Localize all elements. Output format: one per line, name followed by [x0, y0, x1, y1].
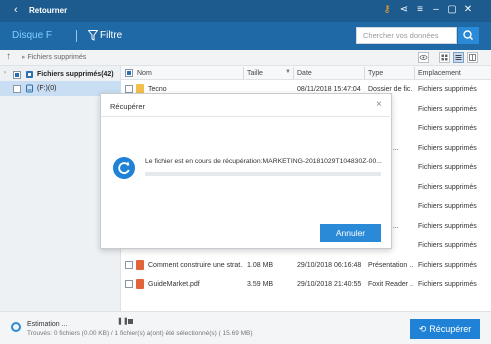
file-size: 3.59 MB — [247, 281, 274, 288]
cancel-button[interactable]: Annuler — [320, 224, 381, 242]
file-type: Foxit Reader ... — [368, 281, 413, 288]
row-checkbox[interactable] — [125, 260, 133, 269]
grid-view-button[interactable] — [439, 52, 450, 63]
file-type: Présentation ... — [368, 261, 413, 269]
file-location: Fichiers supprimés — [418, 242, 477, 249]
file-date: 29/10/2018 21:40:55 — [297, 281, 362, 288]
progress-bar — [145, 172, 381, 176]
dialog-close-icon[interactable]: × — [376, 100, 382, 110]
search-icon — [463, 30, 474, 41]
recovery-message: Le fichier est en cours de récupération:… — [145, 158, 382, 165]
sidebar-item-label: Fichiers supprimés(42) — [37, 71, 114, 78]
column-location[interactable]: Emplacement — [418, 69, 461, 78]
share-icon[interactable]: ⋖ — [398, 4, 410, 16]
file-location: Fichiers supprimés — [418, 125, 477, 132]
select-all-checkbox[interactable] — [125, 69, 133, 77]
key-icon[interactable]: ⚷ — [381, 4, 393, 16]
file-icon — [136, 279, 144, 289]
column-divider[interactable] — [364, 67, 365, 79]
title-bar: ‹ Retourner ⚷ ⋖ ≡ – ▢ ✕ — [0, 0, 491, 22]
recover-icon: ⟲ — [418, 324, 427, 334]
file-icon — [136, 259, 144, 270]
file-location: Fichiers supprimés — [418, 203, 477, 210]
list-view-button[interactable] — [453, 52, 464, 63]
table-header: Nom Taille ▼ Date Type Emplacement — [121, 66, 491, 80]
column-divider[interactable] — [293, 67, 294, 79]
path-toolbar: ↑ ▸ Fichiers supprimés — [0, 50, 491, 66]
column-name[interactable]: Nom — [137, 69, 152, 78]
recover-button[interactable]: ⟲ Récupérer — [410, 319, 480, 339]
back-button-label[interactable]: Retourner — [29, 6, 67, 16]
table-row[interactable]: GuideMarket.pdf 3.59 MB 29/10/2018 21:40:5… — [121, 275, 491, 294]
file-location: Fichiers supprimés — [418, 281, 477, 288]
preview-eye-button[interactable] — [418, 52, 429, 63]
file-location: Fichiers supprimés — [418, 105, 477, 113]
row-checkbox[interactable] — [125, 280, 133, 288]
file-location: Fichiers supprimés — [418, 144, 477, 152]
sidebar-item-deleted-files[interactable]: › Fichiers supprimés(42) — [0, 67, 121, 82]
sort-down-icon[interactable]: ▼ — [285, 69, 291, 75]
up-arrow-icon[interactable]: ↑ — [6, 51, 11, 63]
spinner-icon — [113, 157, 135, 179]
list-icon — [455, 55, 462, 60]
detail-view-button[interactable] — [467, 52, 478, 63]
column-divider[interactable] — [243, 67, 244, 79]
trash-icon — [26, 71, 33, 78]
filter-icon[interactable] — [88, 30, 98, 41]
file-location: Fichiers supprimés — [418, 222, 477, 230]
header-bar: Disque F Filtre Chercher vos données — [0, 22, 491, 50]
estimation-text: Estimation ... — [27, 321, 68, 328]
row-checkbox[interactable] — [125, 85, 133, 93]
recover-dialog: Récupérer × Le fichier est en cours de r… — [100, 93, 393, 249]
header-divider — [76, 30, 77, 42]
column-size[interactable]: Taille — [247, 69, 263, 78]
breadcrumb-item[interactable]: Fichiers supprimés — [27, 54, 86, 61]
search-button[interactable] — [458, 27, 479, 44]
checkbox[interactable] — [13, 85, 21, 93]
scan-status-icon — [11, 322, 21, 332]
expand-arrow-icon[interactable]: › — [4, 70, 6, 76]
menu-icon[interactable]: ≡ — [414, 4, 426, 16]
column-date[interactable]: Date — [297, 69, 312, 78]
breadcrumb: ▸ Fichiers supprimés — [22, 54, 87, 61]
file-name: GuideMarket.pdf — [148, 281, 200, 288]
dialog-divider — [101, 116, 393, 117]
stop-icon[interactable] — [128, 319, 133, 324]
file-name: Comment construire une strat... — [148, 261, 243, 269]
status-bar: Estimation ... ❚❚ Trouvés: 0 fichiers (0… — [0, 311, 491, 344]
recover-button-label: Récupérer — [429, 324, 472, 334]
checkbox[interactable] — [13, 71, 21, 79]
filter-button[interactable]: Filtre — [100, 30, 122, 42]
maximize-icon[interactable]: ▢ — [446, 4, 458, 16]
file-location: Fichiers supprimés — [418, 261, 477, 269]
file-size: 1.08 MB — [247, 261, 274, 269]
grid-icon — [441, 54, 448, 61]
file-location: Fichiers supprimés — [418, 164, 477, 171]
detail-icon — [469, 54, 476, 61]
sidebar-item-label: (F:)(0) — [37, 85, 57, 92]
found-summary: Trouvés: 0 fichiers (0.00 KB) / 1 fichie… — [27, 330, 253, 337]
file-location: Fichiers supprimés — [418, 86, 477, 93]
file-date: 29/10/2018 06:16:48 — [297, 261, 362, 269]
back-arrow-icon[interactable]: ‹ — [14, 5, 18, 16]
search-input[interactable]: Chercher vos données — [356, 27, 457, 44]
dialog-title: Récupérer — [110, 102, 146, 111]
close-icon[interactable]: ✕ — [462, 4, 474, 16]
pause-icon[interactable]: ❚❚ — [117, 318, 129, 326]
table-row[interactable]: Comment construire une strat... 1.08 MB 29… — [121, 255, 491, 275]
disk-label[interactable]: Disque F — [12, 30, 52, 42]
file-location: Fichiers supprimés — [418, 183, 477, 191]
column-type[interactable]: Type — [368, 69, 383, 78]
drive-icon — [26, 84, 33, 93]
eye-icon — [419, 55, 428, 60]
minimize-icon[interactable]: – — [430, 4, 442, 16]
column-divider[interactable] — [414, 67, 415, 79]
